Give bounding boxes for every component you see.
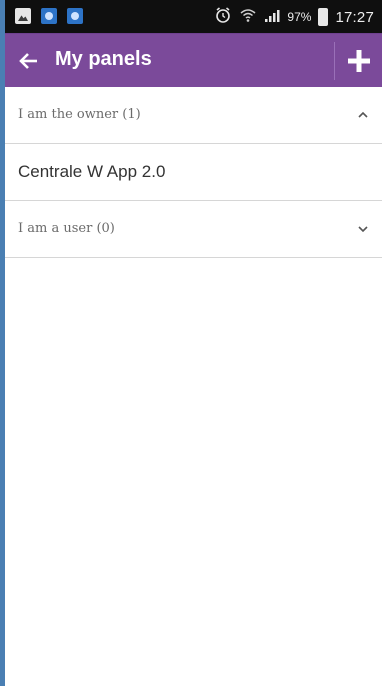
back-button[interactable] bbox=[17, 49, 41, 73]
notification-icons bbox=[15, 8, 83, 24]
alarm-icon bbox=[214, 6, 232, 28]
panels-list: I am the owner (1) Centrale W App 2.0 I … bbox=[5, 87, 382, 258]
page-title: My panels bbox=[55, 48, 152, 70]
app-notification-icon bbox=[67, 8, 83, 24]
arrow-left-icon bbox=[19, 53, 37, 69]
plus-icon bbox=[348, 50, 370, 72]
screen: 97% 17:27 My panels I am the owner (1) C… bbox=[0, 0, 382, 686]
battery-percent: 97% bbox=[287, 10, 312, 24]
gallery-icon bbox=[15, 8, 31, 24]
status-bar: 97% 17:27 bbox=[5, 0, 382, 33]
section-label: I am a user (0) bbox=[18, 221, 115, 236]
app-bar: My panels bbox=[5, 33, 382, 87]
add-panel-button[interactable] bbox=[344, 46, 374, 76]
chevron-up-icon bbox=[358, 111, 368, 118]
wifi-icon bbox=[239, 6, 257, 28]
clock: 17:27 bbox=[335, 8, 374, 26]
panel-item[interactable]: Centrale W App 2.0 bbox=[5, 144, 382, 201]
section-label: I am the owner (1) bbox=[18, 107, 141, 122]
signal-icon bbox=[264, 7, 280, 27]
owner-section-header[interactable]: I am the owner (1) bbox=[5, 87, 382, 144]
user-section-header[interactable]: I am a user (0) bbox=[5, 201, 382, 258]
chevron-down-icon bbox=[358, 226, 368, 233]
app-notification-icon bbox=[41, 8, 57, 24]
system-icons: 97% 17:27 bbox=[214, 6, 374, 28]
panel-name: Centrale W App 2.0 bbox=[18, 162, 166, 181]
battery-icon bbox=[318, 8, 329, 26]
divider bbox=[334, 42, 335, 80]
